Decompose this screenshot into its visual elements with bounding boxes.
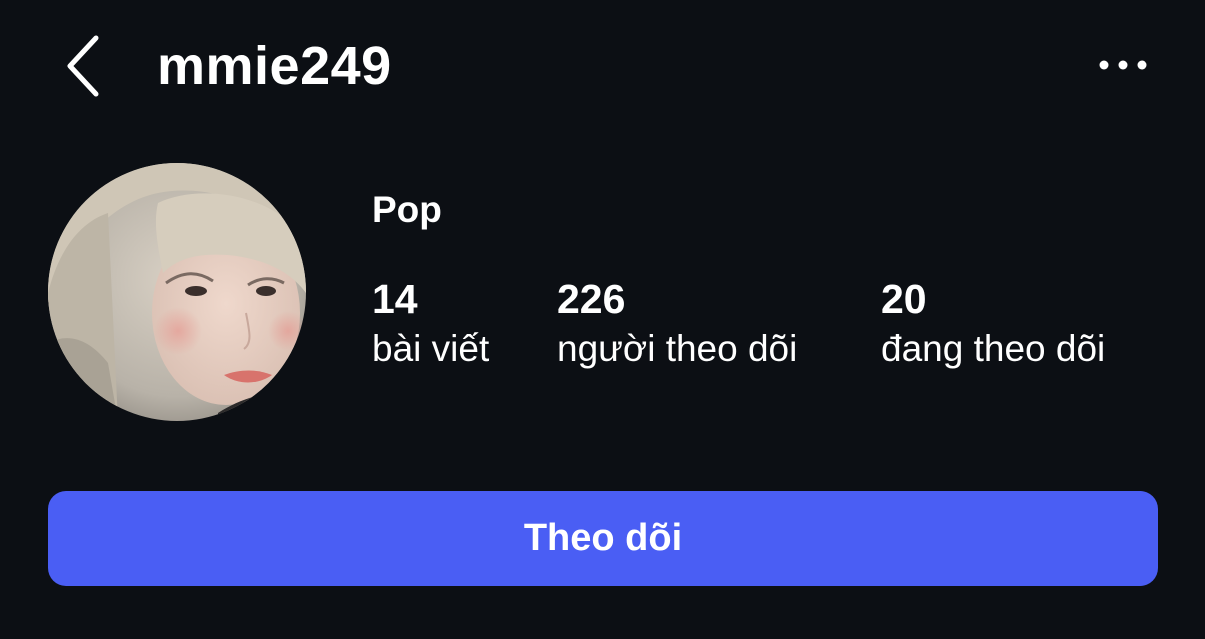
header: mmie249 [0,0,1205,130]
stat-followers-count: 226 [557,276,626,322]
stat-followers-label: người theo dõi [557,328,798,369]
avatar[interactable] [48,163,306,421]
more-horizontal-icon [1099,60,1147,70]
stat-following-label: đang theo dõi [881,328,1106,369]
stat-followers[interactable]: 226 người theo dõi [557,274,797,374]
stat-following[interactable]: 20 đang theo dõi [881,274,1105,374]
stat-following-count: 20 [881,276,927,322]
stat-posts-count: 14 [372,276,418,322]
profile-username: mmie249 [157,36,392,96]
stat-posts-label: bài viết [372,328,490,369]
display-name: Pop [372,189,442,230]
back-button[interactable] [56,30,112,102]
profile-photo [48,163,306,421]
chevron-left-icon [67,35,99,97]
more-options-button[interactable] [1090,44,1156,86]
follow-button[interactable]: Theo dõi [48,491,1158,586]
profile-page: mmie249 Pop 14 bài viết 226 người theo d… [0,0,1205,639]
stat-posts[interactable]: 14 bài viết [372,274,489,374]
follow-button-label: Theo dõi [523,517,683,559]
